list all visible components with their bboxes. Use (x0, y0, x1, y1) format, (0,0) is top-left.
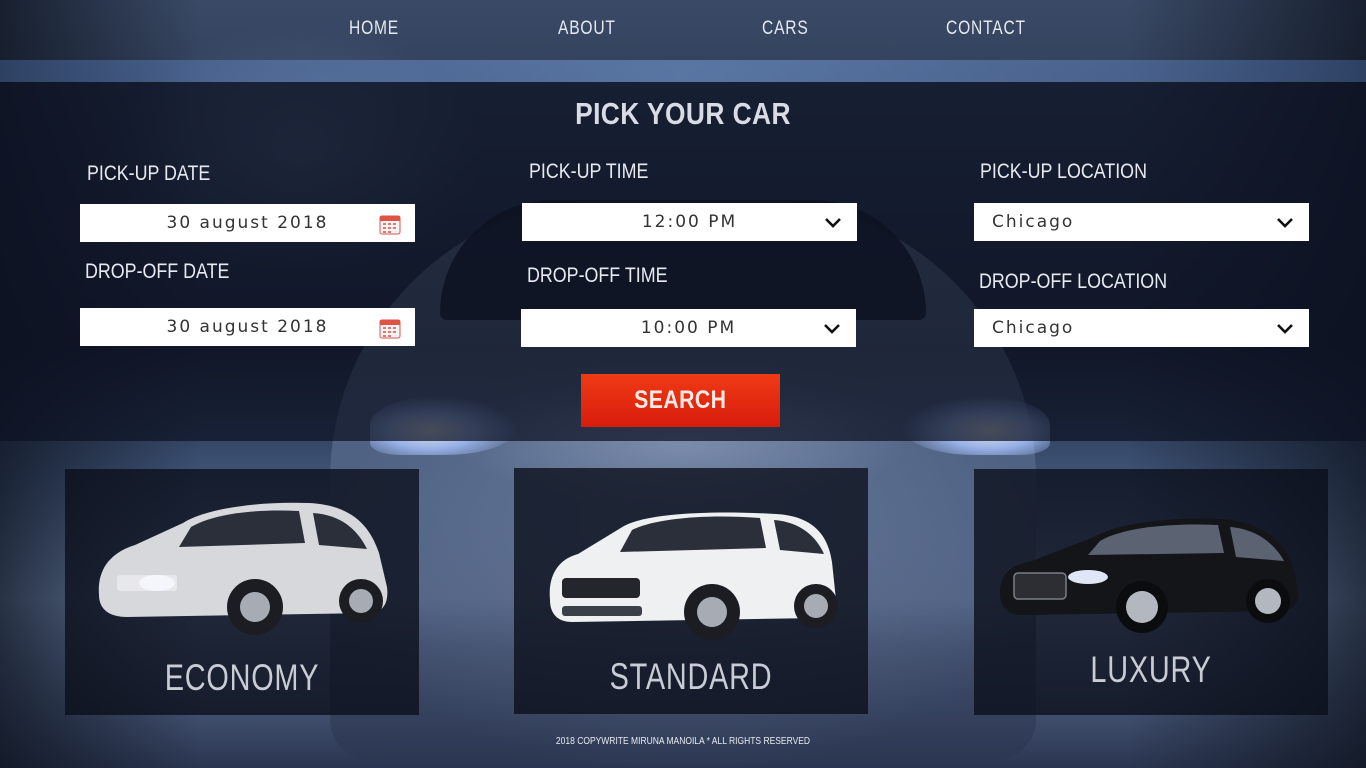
pickup-time-label: PICK-UP TIME (529, 160, 649, 183)
luxury-car-image (1000, 518, 1299, 633)
dropoff-date-value: 30 august 2018 (166, 317, 329, 337)
dropoff-location-value: Chicago (992, 318, 1075, 338)
dropoff-location-select[interactable]: Chicago (974, 309, 1309, 347)
footer-copyright: 2018 COPYWRITE MIRUNA MANOILA * ALL RIGH… (555, 736, 811, 747)
search-button-label: SEARCH (634, 386, 727, 414)
pickup-date-value: 30 august 2018 (166, 213, 329, 233)
dropoff-location-label: DROP-OFF LOCATION (979, 270, 1168, 293)
economy-label: ECONOMY (164, 657, 320, 698)
booking-panel: PICK YOUR CAR PICK-UP DATE 30 august 201… (0, 82, 1366, 441)
dropoff-time-value: 10:00 PM (640, 318, 737, 338)
chevron-down-icon[interactable] (823, 215, 843, 229)
pickup-time-value: 12:00 PM (641, 212, 738, 232)
pickup-date-label: PICK-UP DATE (87, 162, 211, 185)
nav-divider-strip (0, 60, 1366, 82)
luxury-label: LUXURY (1090, 649, 1212, 690)
category-card-standard[interactable]: STANDARD (514, 468, 868, 714)
pickup-location-value: Chicago (992, 212, 1075, 232)
pickup-location-label: PICK-UP LOCATION (980, 160, 1147, 183)
chevron-down-icon[interactable] (822, 321, 842, 335)
nav-contact-link[interactable]: CONTACT (946, 18, 1026, 40)
pickup-time-select[interactable]: 12:00 PM (522, 203, 857, 241)
dropoff-date-input[interactable]: 30 august 2018 (80, 308, 415, 346)
category-card-economy[interactable]: ECONOMY (65, 469, 419, 715)
top-navigation: HOME ABOUT CARS CONTACT (0, 0, 1366, 60)
chevron-down-icon[interactable] (1275, 321, 1295, 335)
pickup-location-select[interactable]: Chicago (974, 203, 1309, 241)
category-card-luxury[interactable]: LUXURY (974, 469, 1328, 715)
nav-about-link[interactable]: ABOUT (558, 18, 616, 40)
pickup-date-input[interactable]: 30 august 2018 (80, 204, 415, 242)
calendar-icon[interactable] (379, 317, 401, 339)
dropoff-time-label: DROP-OFF TIME (527, 264, 668, 287)
dropoff-date-label: DROP-OFF DATE (85, 260, 230, 283)
calendar-icon[interactable] (379, 213, 401, 235)
economy-car-image (98, 502, 388, 635)
nav-cars-link[interactable]: CARS (762, 18, 809, 40)
dropoff-time-select[interactable]: 10:00 PM (521, 309, 856, 347)
standard-car-image (549, 512, 838, 640)
booking-title: PICK YOUR CAR (575, 96, 791, 131)
chevron-down-icon[interactable] (1275, 215, 1295, 229)
standard-label: STANDARD (609, 656, 773, 697)
nav-home-link[interactable]: HOME (349, 18, 399, 40)
search-button[interactable]: SEARCH (581, 374, 780, 427)
